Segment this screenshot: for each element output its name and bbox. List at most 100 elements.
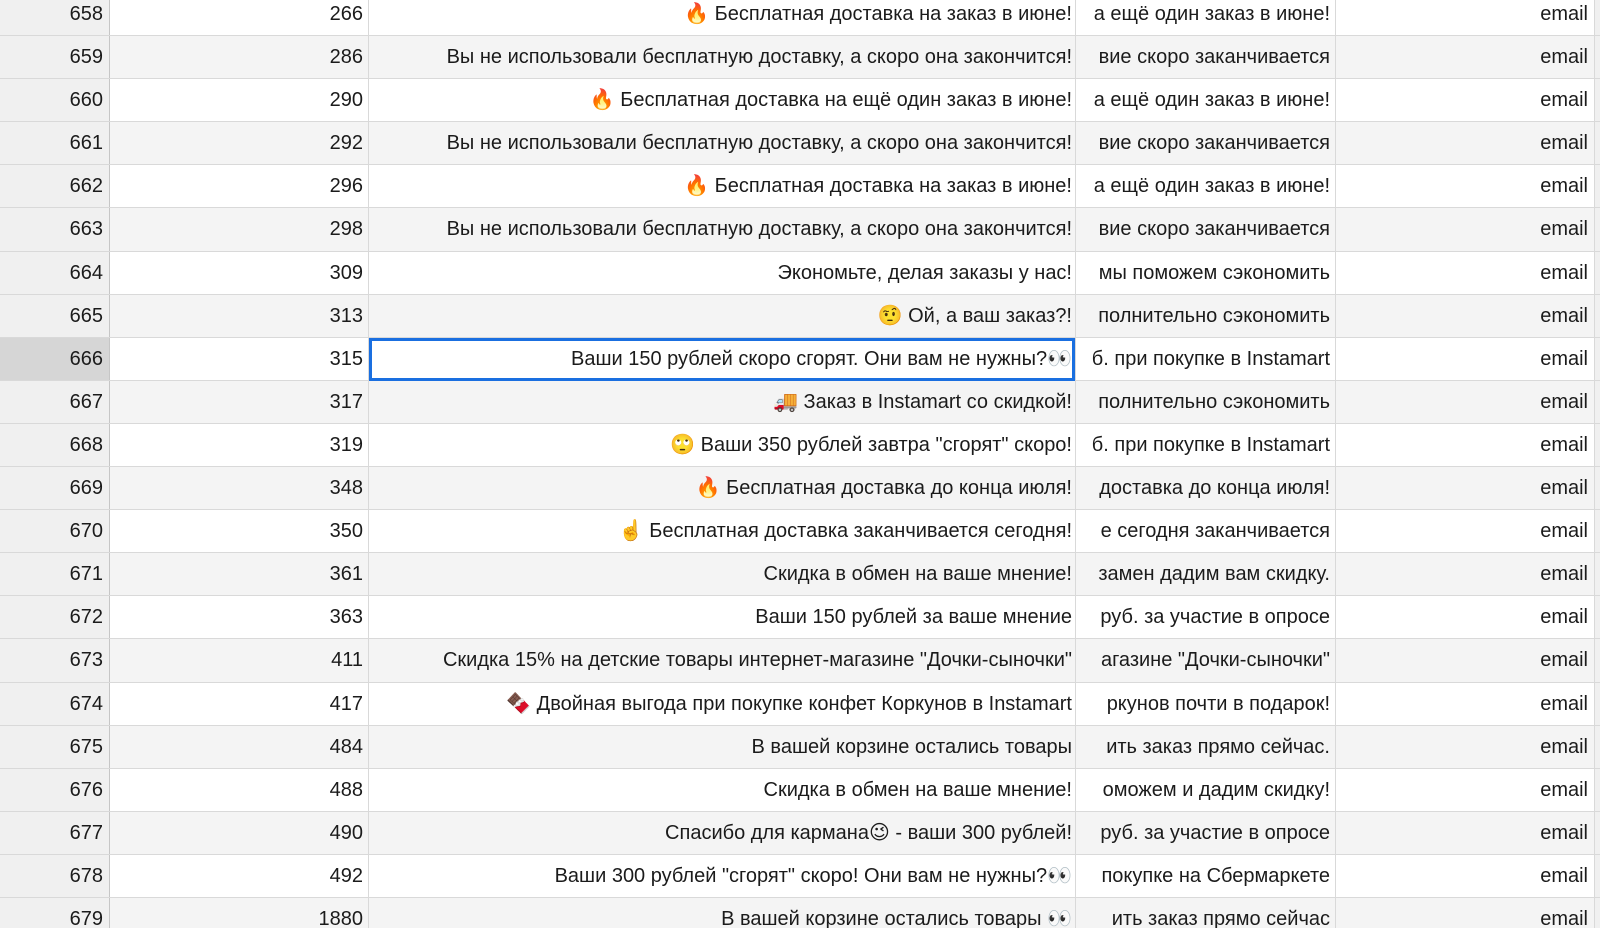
cell-text[interactable]: полнительно сэкономить xyxy=(1075,380,1335,423)
cell-id[interactable]: 292 xyxy=(110,122,369,165)
cell-title[interactable]: 🔥 Бесплатная доставка на заказ в июне! xyxy=(369,0,1075,36)
row-number-header[interactable]: 679 xyxy=(0,897,110,928)
cell-title[interactable]: 🔥 Бесплатная доставка на заказ в июне! xyxy=(369,165,1075,208)
table-row[interactable]: 677 490 Спасибо для кармана😉 - ваши 300 ру… xyxy=(0,811,1600,855)
spreadsheet-grid[interactable]: 658 266 🔥 Бесплатная доставка на заказ в и… xyxy=(0,0,1600,928)
table-row[interactable]: 676 488 Скидка в обмен на ваше мнение! омож… xyxy=(0,768,1600,812)
cell-channel[interactable]: email xyxy=(1335,467,1595,510)
cell-text[interactable]: мы поможем сэкономить xyxy=(1075,251,1335,294)
row-number-header[interactable]: 663 xyxy=(0,208,110,251)
cell-id[interactable]: 313 xyxy=(110,294,369,337)
cell-id[interactable]: 309 xyxy=(110,251,369,294)
cell-channel[interactable]: email xyxy=(1335,725,1595,768)
table-row[interactable]: 660 290 🔥 Бесплатная доставка на ещё один … xyxy=(0,79,1600,123)
cell-title[interactable]: Экономьте, делая заказы у нас! xyxy=(369,251,1075,294)
row-number-header[interactable]: 660 xyxy=(0,79,110,122)
cell-channel[interactable]: email xyxy=(1335,208,1595,251)
cell-text[interactable]: ркунов почти в подарок! xyxy=(1075,682,1335,725)
cell-channel[interactable]: email xyxy=(1335,0,1595,36)
row-number-header[interactable]: 673 xyxy=(0,639,110,682)
cell-text[interactable]: агазине "Дочки-сыночки" xyxy=(1075,639,1335,682)
cell-channel[interactable]: email xyxy=(1335,596,1595,639)
cell-id[interactable]: 411 xyxy=(110,639,369,682)
row-number-header[interactable]: 670 xyxy=(0,510,110,553)
cell-id[interactable]: 361 xyxy=(110,553,369,596)
row-number-header[interactable]: 664 xyxy=(0,251,110,294)
cell-text[interactable]: е сегодня заканчивается xyxy=(1075,510,1335,553)
table-row[interactable]: 669 348 🔥 Бесплатная доставка до конца июл… xyxy=(0,467,1600,511)
cell-channel[interactable]: email xyxy=(1335,165,1595,208)
table-row[interactable]: 666 315 Ваши 150 рублей скоро сгорят. Они … xyxy=(0,337,1600,381)
cell-text[interactable]: б. при покупке в Instamart xyxy=(1075,423,1335,467)
cell-title[interactable]: 🚚 Заказ в Instamart со скидкой! xyxy=(369,380,1075,423)
row-number-header[interactable]: 672 xyxy=(0,596,110,639)
cell-text[interactable]: руб. за участие в опросе xyxy=(1075,596,1335,639)
table-row[interactable]: 670 350 ☝️ Бесплатная доставка заканчивает… xyxy=(0,510,1600,554)
table-row[interactable]: 673 411 Скидка 15% на детские товары интер… xyxy=(0,639,1600,683)
cell-title[interactable]: Ваши 300 рублей "сгорят" скоро! Они вам … xyxy=(369,854,1075,897)
row-number-header[interactable]: 662 xyxy=(0,165,110,208)
cell-id[interactable]: 298 xyxy=(110,208,369,251)
cell-channel[interactable]: email xyxy=(1335,811,1595,854)
cell-channel[interactable]: email xyxy=(1335,510,1595,553)
table-row[interactable]: 667 317 🚚 Заказ в Instamart со скидкой! пол… xyxy=(0,380,1600,424)
cell-title[interactable]: 🔥 Бесплатная доставка до конца июля! xyxy=(369,467,1075,510)
cell-id[interactable]: 315 xyxy=(110,337,369,380)
cell-title[interactable]: В вашей корзине остались товары 👀 xyxy=(369,897,1075,928)
cell-channel[interactable]: email xyxy=(1335,553,1595,596)
cell-title[interactable]: Спасибо для кармана😉 - ваши 300 рублей! xyxy=(369,811,1075,854)
table-row[interactable]: 674 417 🍫 Двойная выгода при покупке конфе… xyxy=(0,682,1600,726)
table-row[interactable]: 663 298 Вы не использовали бесплатную дост… xyxy=(0,208,1600,252)
cell-id[interactable]: 417 xyxy=(110,682,369,725)
cell-title[interactable]: 🔥 Бесплатная доставка на ещё один заказ … xyxy=(369,79,1075,122)
cell-title[interactable]: Скидка 15% на детские товары интернет-ма… xyxy=(369,639,1075,682)
cell-channel[interactable]: email xyxy=(1335,79,1595,122)
cell-title[interactable]: Ваши 150 рублей за ваше мнение xyxy=(369,596,1075,639)
row-number-header[interactable]: 674 xyxy=(0,682,110,725)
table-row[interactable]: 679 1880 В вашей корзине остались товары 👀… xyxy=(0,897,1600,928)
cell-id[interactable]: 488 xyxy=(110,768,369,811)
cell-title[interactable]: Скидка в обмен на ваше мнение! xyxy=(369,553,1075,596)
cell-id[interactable]: 319 xyxy=(110,423,369,467)
cell-text[interactable]: а ещё один заказ в июне! xyxy=(1075,0,1335,36)
row-number-header[interactable]: 661 xyxy=(0,122,110,165)
table-row[interactable]: 671 361 Скидка в обмен на ваше мнение! заме… xyxy=(0,553,1600,597)
cell-channel[interactable]: email xyxy=(1335,423,1595,467)
cell-text[interactable]: вие скоро заканчивается xyxy=(1075,36,1335,79)
table-row[interactable]: 661 292 Вы не использовали бесплатную дост… xyxy=(0,122,1600,166)
cell-title[interactable]: Вы не использовали бесплатную доставку, … xyxy=(369,36,1075,79)
row-number-header[interactable]: 667 xyxy=(0,380,110,423)
cell-text[interactable]: вие скоро заканчивается xyxy=(1075,122,1335,165)
cell-text[interactable]: руб. за участие в опросе xyxy=(1075,811,1335,854)
table-row[interactable]: 658 266 🔥 Бесплатная доставка на заказ в и… xyxy=(0,0,1600,37)
cell-title[interactable]: 🍫 Двойная выгода при покупке конфет Корк… xyxy=(369,682,1075,725)
row-number-header[interactable]: 675 xyxy=(0,725,110,768)
row-number-header[interactable]: 659 xyxy=(0,36,110,79)
cell-text[interactable]: ить заказ прямо сейчас. xyxy=(1075,725,1335,768)
row-number-header[interactable]: 671 xyxy=(0,553,110,596)
cell-text[interactable]: полнительно сэкономить xyxy=(1075,294,1335,337)
cell-id[interactable]: 363 xyxy=(110,596,369,639)
cell-title[interactable]: В вашей корзине остались товары xyxy=(369,725,1075,768)
table-row[interactable]: 664 309 Экономьте, делая заказы у нас! мы п… xyxy=(0,251,1600,295)
cell-id[interactable]: 1880 xyxy=(110,897,369,928)
cell-text[interactable]: а ещё один заказ в июне! xyxy=(1075,165,1335,208)
cell-id[interactable]: 350 xyxy=(110,510,369,553)
cell-channel[interactable]: email xyxy=(1335,854,1595,897)
row-number-header[interactable]: 665 xyxy=(0,294,110,337)
table-row[interactable]: 665 313 🤨 Ой, а ваш заказ?! полнительно сэк… xyxy=(0,294,1600,338)
cell-text[interactable]: б. при покупке в Instamart xyxy=(1075,337,1335,380)
table-row[interactable]: 675 484 В вашей корзине остались товары ить… xyxy=(0,725,1600,769)
cell-text[interactable]: замен дадим вам скидку. xyxy=(1075,553,1335,596)
cell-text[interactable]: покупке на Сбермаркете xyxy=(1075,854,1335,897)
cell-title[interactable]: Скидка в обмен на ваше мнение! xyxy=(369,768,1075,811)
cell-id[interactable]: 490 xyxy=(110,811,369,854)
table-row[interactable]: 662 296 🔥 Бесплатная доставка на заказ в и… xyxy=(0,165,1600,209)
cell-text[interactable]: оможем и дадим скидку! xyxy=(1075,768,1335,811)
cell-channel[interactable]: email xyxy=(1335,682,1595,725)
cell-channel[interactable]: email xyxy=(1335,251,1595,294)
cell-channel[interactable]: email xyxy=(1335,639,1595,682)
table-row[interactable]: 672 363 Ваши 150 рублей за ваше мнение руб.… xyxy=(0,596,1600,640)
cell-channel[interactable]: email xyxy=(1335,380,1595,423)
cell-id[interactable]: 286 xyxy=(110,36,369,79)
